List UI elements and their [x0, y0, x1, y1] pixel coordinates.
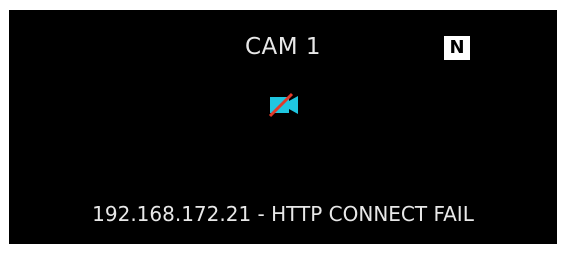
- connection-status: 192.168.172.21 - HTTP CONNECT FAIL: [92, 202, 474, 226]
- camera-viewer[interactable]: CAM 1 N 192.168.172.21 - HTTP CONNECT FA…: [9, 10, 557, 244]
- camera-title: CAM 1: [244, 34, 322, 60]
- camera-off-icon: [268, 92, 300, 118]
- camera-badge: N: [444, 36, 470, 60]
